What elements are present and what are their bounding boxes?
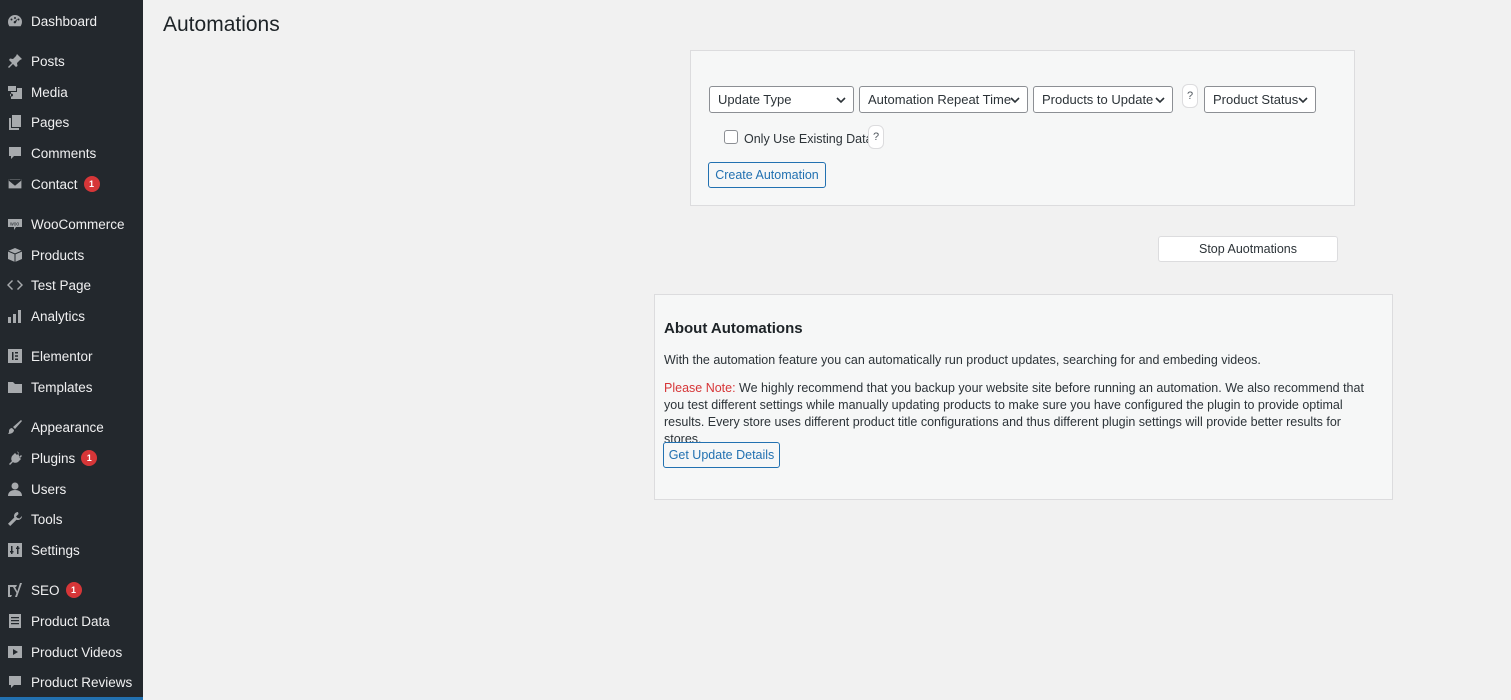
get-update-details-button[interactable]: Get Update Details [663,442,780,468]
sidebar-item-label: Settings [31,542,80,558]
plug-icon [7,450,23,466]
code-icon [7,277,23,293]
pin-icon [7,53,23,69]
sliders-icon [7,542,23,558]
pages-icon [7,114,23,130]
sidebar-item-label: Product Data [31,613,110,629]
chevron-down-icon [835,94,847,106]
about-description: With the automation feature you can auto… [664,353,1261,367]
sidebar-item-label: Appearance [31,419,104,435]
sidebar-item-label: Dashboard [31,13,98,29]
about-title: About Automations [664,320,803,337]
page-title: Automations [163,13,280,36]
sidebar-item-woocommerce[interactable]: woo WooCommerce [0,209,143,239]
sidebar-item-label: Templates [31,379,93,395]
sidebar-item-label: Product Reviews [31,674,133,690]
sidebar-item-label: Tools [31,511,63,527]
sidebar-item-label: Plugins [31,450,76,466]
sidebar-item-elementor[interactable]: Elementor [0,341,143,371]
box-icon [7,247,23,263]
existing-data-help-button[interactable]: ? [868,125,884,149]
sidebar-item-comments[interactable]: Comments [0,138,143,168]
create-automation-button[interactable]: Create Automation [708,162,826,188]
note-label: Please Note: [664,381,736,395]
chevron-down-icon [1297,94,1309,106]
select-value: Products to Update [1042,92,1154,107]
sidebar-item-media[interactable]: Media [0,77,143,107]
sidebar-item-templates[interactable]: Templates [0,372,143,402]
products-help-button[interactable]: ? [1182,84,1198,108]
chevron-down-icon [1154,94,1166,106]
sidebar-item-label: SEO [31,582,60,598]
select-value: Automation Repeat Time [868,92,1012,107]
sidebar-item-label: Contact [31,176,78,192]
sidebar-item-label: Users [31,481,67,497]
media-icon [7,84,23,100]
sidebar-item-label: Posts [31,53,65,69]
wrench-icon [7,511,23,527]
sidebar-item-contact[interactable]: Contact 1 [0,169,143,199]
chevron-down-icon [1009,94,1021,106]
video-icon [7,644,23,660]
sidebar-item-test-page[interactable]: Test Page [0,270,143,300]
repeat-time-select[interactable]: Automation Repeat Time [859,86,1028,113]
sidebar-item-label: Elementor [31,348,93,364]
about-automations-panel: About Automations With the automation fe… [654,294,1393,500]
sidebar-item-label: Media [31,84,68,100]
sidebar-item-plugins[interactable]: Plugins 1 [0,443,143,473]
select-value: Product Status [1213,92,1299,107]
woo-icon: woo [7,216,23,232]
sidebar-item-product-data[interactable]: Product Data [0,606,143,636]
sidebar-item-products[interactable]: Products [0,240,143,270]
note-text: We highly recommend that you backup your… [664,381,1364,446]
stop-automations-button[interactable]: Stop Auotmations [1158,236,1338,262]
sidebar-item-product-reviews[interactable]: Product Reviews [0,667,143,697]
sidebar-item-settings[interactable]: Settings [0,535,143,565]
notification-badge: 1 [83,176,100,192]
sidebar-item-analytics[interactable]: Analytics [0,301,143,331]
admin-sidebar: Dashboard Posts Media Pages Comments Con… [0,0,143,700]
sidebar-item-label: Test Page [31,277,92,293]
sidebar-item-label: WooCommerce [31,216,125,232]
sidebar-item-label: Comments [31,145,97,161]
update-type-select[interactable]: Update Type [709,86,854,113]
sidebar-item-users[interactable]: Users [0,474,143,504]
select-value: Update Type [718,92,792,107]
envelope-icon [7,176,23,192]
sidebar-item-label: Product Videos [31,644,123,660]
notification-badge: 1 [81,450,98,466]
product-status-select[interactable]: Product Status [1204,86,1316,113]
dashboard-icon [7,13,23,29]
automation-form: Update Type Automation Repeat Time Produ… [690,50,1355,206]
folder-icon [7,379,23,395]
products-to-update-select[interactable]: Products to Update [1033,86,1173,113]
elementor-icon [7,348,23,364]
comment-icon [7,145,23,161]
sidebar-item-label: Pages [31,114,70,130]
user-icon [7,481,23,497]
sidebar-item-posts[interactable]: Posts [0,46,143,76]
only-existing-data-label: Only Use Existing Data [744,132,873,146]
document-icon [7,613,23,629]
only-existing-data-checkbox[interactable] [724,130,738,144]
sidebar-item-appearance[interactable]: Appearance [0,412,143,442]
bar-chart-icon [7,308,23,324]
sidebar-item-label: Analytics [31,308,86,324]
svg-text:woo: woo [10,222,19,228]
sidebar-item-tools[interactable]: Tools [0,504,143,534]
yoast-icon [7,582,23,598]
notification-badge: 1 [65,582,82,598]
speech-icon [7,674,23,690]
sidebar-item-pages[interactable]: Pages [0,107,143,137]
sidebar-item-product-videos[interactable]: Product Videos [0,637,143,667]
sidebar-item-dashboard[interactable]: Dashboard [0,6,143,36]
sidebar-item-seo[interactable]: SEO 1 [0,575,143,605]
about-note: Please Note: We highly recommend that yo… [664,380,1376,448]
sidebar-item-label: Products [31,247,85,263]
brush-icon [7,419,23,435]
